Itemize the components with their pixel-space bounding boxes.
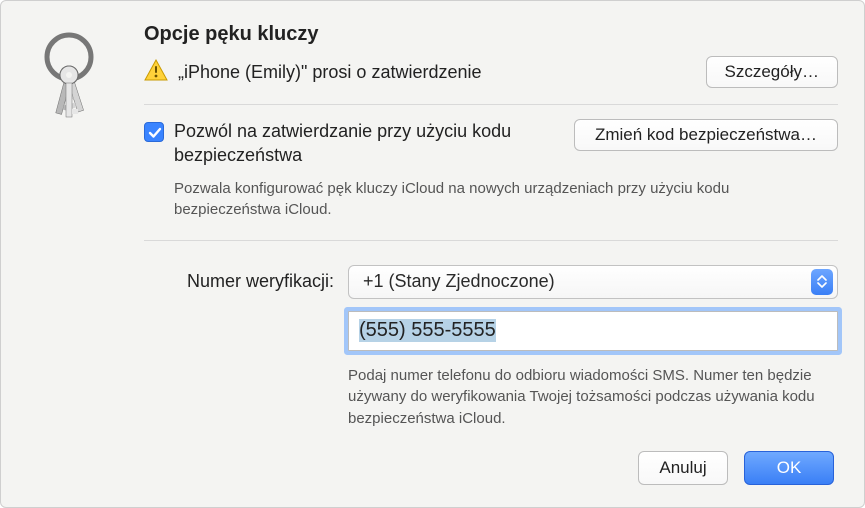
keychain-icon: [27, 27, 117, 127]
country-code-popup[interactable]: +1 (Stany Zjednoczone): [348, 265, 838, 299]
allow-row: Pozwól na zatwierdzanie przy użyciu kodu…: [144, 119, 838, 168]
allow-help-text: Pozwala konfigurować pęk kluczy iCloud n…: [174, 178, 838, 220]
verification-block: Numer weryfikacji: +1 (Stany Zjednoczone…: [144, 265, 838, 430]
country-code-selected: +1 (Stany Zjednoczone): [363, 271, 555, 292]
approval-text: „iPhone (Emily)" prosi o zatwierdzenie: [178, 62, 696, 83]
phone-number-input[interactable]: [348, 311, 838, 351]
approval-row: „iPhone (Emily)" prosi o zatwierdzenie S…: [144, 56, 838, 88]
main-column: Opcje pęku kluczy „iPhone (Emily)" prosi…: [144, 23, 838, 430]
sheet-title: Opcje pęku kluczy: [144, 23, 838, 46]
decorative-icon-column: [27, 23, 122, 430]
allow-checkbox-label: Pozwól na zatwierdzanie przy użyciu kodu…: [174, 119, 564, 168]
divider: [144, 240, 838, 241]
verification-help-text: Podaj numer telefonu do odbioru wiadomoś…: [348, 365, 838, 430]
chevron-up-down-icon: [811, 269, 833, 295]
allow-checkbox[interactable]: [144, 122, 164, 142]
warning-icon: [144, 59, 168, 86]
ok-button[interactable]: OK: [744, 451, 834, 485]
keychain-options-sheet: Opcje pęku kluczy „iPhone (Emily)" prosi…: [0, 0, 865, 508]
verification-label: Numer weryfikacji:: [144, 271, 334, 292]
cancel-button[interactable]: Anuluj: [638, 451, 728, 485]
divider: [144, 104, 838, 105]
change-security-code-button[interactable]: Zmień kod bezpieczeństwa…: [574, 119, 838, 151]
footer-buttons: Anuluj OK: [638, 451, 834, 485]
details-button[interactable]: Szczegóły…: [706, 56, 838, 88]
